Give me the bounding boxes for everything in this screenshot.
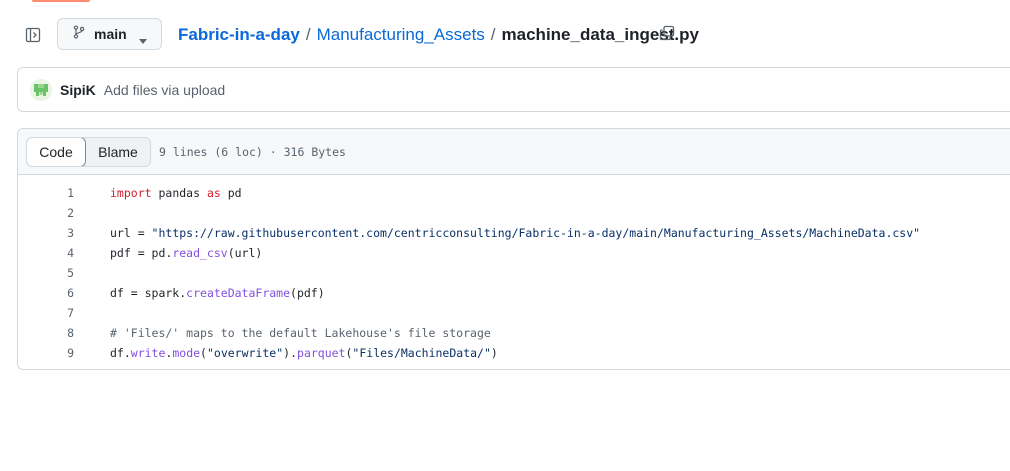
- avatar[interactable]: [30, 78, 52, 101]
- code-token: df = spark.: [110, 286, 187, 300]
- code-token: # 'Files/' maps to the default Lakehouse…: [110, 326, 491, 340]
- code-text: pdf = pd.read_csv(url): [110, 246, 262, 260]
- code-view-button[interactable]: Code: [27, 137, 86, 166]
- line-number[interactable]: 3: [18, 226, 74, 240]
- line-number[interactable]: 1: [18, 186, 74, 200]
- code-token: ).: [283, 346, 298, 360]
- code-text: # 'Files/' maps to the default Lakehouse…: [110, 326, 491, 340]
- line-number[interactable]: 2: [18, 206, 74, 220]
- commit-author-link[interactable]: SipiK: [60, 82, 96, 98]
- copy-icon: [659, 25, 675, 46]
- code-token: (url): [227, 246, 263, 260]
- branch-name: main: [94, 26, 127, 42]
- code-token: "overwrite": [206, 346, 284, 360]
- code-token: (pdf): [290, 286, 325, 300]
- file-stats: 9 lines (6 loc) · 316 Bytes: [159, 144, 346, 159]
- code-text: df = spark.createDataFrame(pdf): [110, 286, 325, 300]
- code-token: parquet: [297, 346, 346, 360]
- file-viewer: Code Blame 9 lines (6 loc) · 316 Bytes 1…: [17, 128, 1010, 370]
- line-number[interactable]: 9: [18, 346, 74, 360]
- file-header-bar: main Fabric-in-a-day / Manufacturing_Ass…: [0, 0, 1010, 68]
- code-token: read_csv: [172, 246, 228, 260]
- breadcrumb: Fabric-in-a-day / Manufacturing_Assets /…: [178, 24, 699, 46]
- code-line: 5: [18, 263, 1010, 283]
- blame-view-button[interactable]: Blame: [86, 138, 150, 166]
- code-line: 6 df = spark.createDataFrame(pdf): [18, 283, 1010, 303]
- code-token: (: [200, 346, 207, 360]
- line-number[interactable]: 4: [18, 246, 74, 260]
- breadcrumb-folder-link[interactable]: Manufacturing_Assets: [317, 25, 485, 45]
- code-token: createDataFrame: [186, 286, 291, 300]
- code-text: df.write.mode("overwrite").parquet("File…: [110, 346, 498, 360]
- commit-message-link[interactable]: Add files via upload: [104, 82, 225, 98]
- sidebar-expand-icon[interactable]: [20, 22, 46, 48]
- code-token: mode: [172, 346, 201, 360]
- code-token: df.: [110, 346, 131, 360]
- breadcrumb-separator: /: [490, 25, 496, 44]
- breadcrumb-repo-link[interactable]: Fabric-in-a-day: [178, 25, 300, 45]
- line-number[interactable]: 8: [18, 326, 74, 340]
- code-token: "https://raw.githubusercontent.com/centr…: [151, 226, 921, 240]
- code-line: 2: [18, 203, 1010, 223]
- triangle-down-icon: [139, 32, 147, 50]
- code-token: pdf = pd.: [110, 246, 173, 260]
- code-token: pandas: [151, 186, 207, 200]
- code-content[interactable]: 1 import pandas as pd 2 3 url = "https://raw…: [18, 175, 1010, 363]
- code-line: 7: [18, 303, 1010, 323]
- file-viewer-header: Code Blame 9 lines (6 loc) · 316 Bytes: [18, 129, 1010, 175]
- code-token: url =: [110, 226, 152, 240]
- code-line: 1 import pandas as pd: [18, 183, 1010, 203]
- code-token: import: [110, 186, 152, 200]
- code-line: 9 df.write.mode("overwrite").parquet("Fil…: [18, 343, 1010, 363]
- copy-path-button[interactable]: [656, 24, 678, 46]
- code-text: import pandas as pd: [110, 186, 242, 200]
- line-number[interactable]: 5: [18, 266, 74, 280]
- code-token: as: [206, 186, 221, 200]
- view-mode-toggle: Code Blame: [26, 136, 151, 167]
- code-token: write: [130, 346, 166, 360]
- code-line: 3 url = "https://raw.githubusercontent.co…: [18, 223, 1010, 243]
- latest-commit-bar: SipiK Add files via upload: [17, 67, 1010, 112]
- code-line: 8 # 'Files/' maps to the default Lakehous…: [18, 323, 1010, 343]
- code-token: ): [490, 346, 498, 360]
- code-line: 4 pdf = pd.read_csv(url): [18, 243, 1010, 263]
- code-token: "Files/MachineData/": [352, 346, 491, 360]
- code-token: pd: [220, 186, 242, 200]
- line-number[interactable]: 6: [18, 286, 74, 300]
- git-branch-icon: [72, 24, 86, 44]
- breadcrumb-separator: /: [305, 25, 311, 44]
- line-number[interactable]: 7: [18, 306, 74, 320]
- branch-selector-button[interactable]: main: [57, 18, 162, 50]
- code-text: url = "https://raw.githubusercontent.com…: [110, 226, 920, 240]
